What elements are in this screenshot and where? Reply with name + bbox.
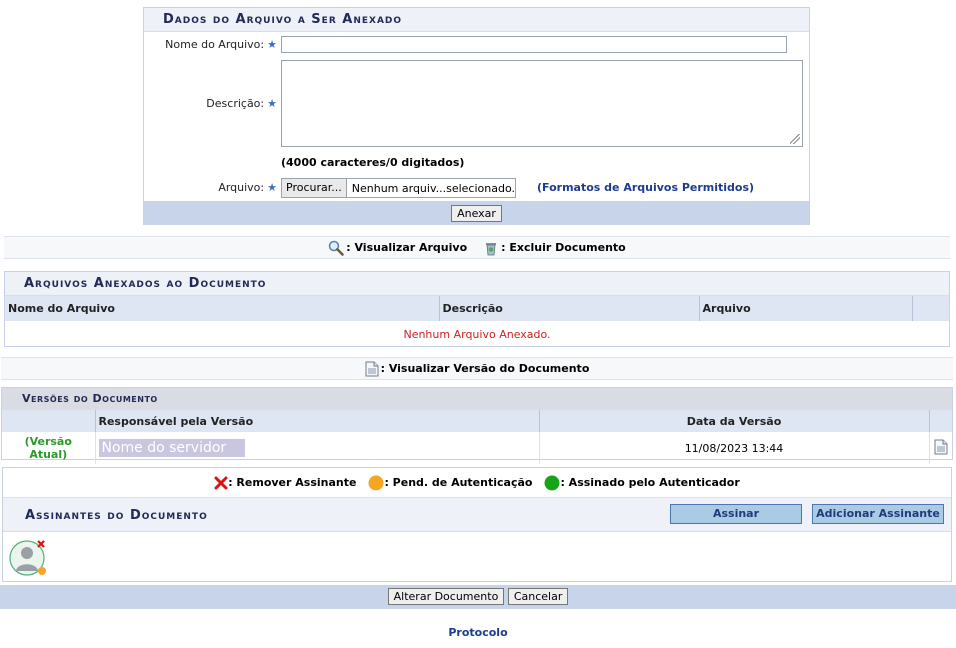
orange-dot-icon — [368, 475, 384, 490]
required-star-icon: ★ — [267, 181, 277, 194]
col-status — [2, 410, 96, 432]
legend-excluir: : Excluir Documento — [483, 240, 626, 256]
adicionar-assinante-button[interactable]: Adicionar Assinante — [812, 504, 944, 524]
col-nome-arquivo: Nome do Arquivo — [5, 296, 440, 321]
legend-visualizar-text: : Visualizar Arquivo — [346, 241, 468, 254]
descricao-label: Descrição: ★ — [206, 97, 277, 110]
assinar-button[interactable]: Assinar — [670, 504, 802, 524]
file-input[interactable]: Procurar... Nenhum arquiv...selecionado. — [281, 178, 516, 198]
trash-bin-icon — [486, 242, 497, 255]
file-status-text: Nenhum arquiv...selecionado. — [351, 181, 515, 195]
legend-pendente: : Pend. de Autenticação — [368, 475, 532, 491]
nome-arquivo-input[interactable] — [281, 36, 787, 53]
versoes-table: Responsável pela Versão Data da Versão (… — [2, 410, 952, 464]
green-dot-icon — [544, 475, 560, 490]
document-icon[interactable] — [934, 439, 948, 455]
assinantes-title: Assinantes do Documento — [25, 508, 208, 523]
anexos-header-row: Nome do Arquivo Descrição Arquivo — [5, 296, 949, 321]
pending-status-icon — [38, 567, 46, 575]
bottom-action-bar: Alterar Documento Cancelar — [0, 585, 956, 609]
legend-visualizar-versao-text: : Visualizar Versão do Documento — [380, 362, 590, 375]
browse-button[interactable]: Procurar... — [282, 179, 347, 197]
assinantes-header: Assinantes do Documento Assinar Adiciona… — [3, 498, 951, 532]
col-version-actions — [929, 410, 952, 432]
char-counter: (4000 caracteres/0 digitados) — [281, 156, 465, 169]
upload-footer-bar: Anexar — [144, 201, 809, 225]
col-responsavel: Responsável pela Versão — [95, 410, 540, 432]
required-star-icon: ★ — [267, 38, 277, 51]
legend-excluir-text: : Excluir Documento — [501, 241, 626, 254]
legend-assinado: : Assinado pelo Autenticador — [544, 475, 740, 491]
arquivos-anexados-panel: Arquivos Anexados ao Documento Nome do A… — [4, 271, 950, 347]
responsavel-name: Nome do servidor — [98, 439, 245, 457]
responsavel-cell: Nome do servidor — [94, 432, 539, 464]
red-x-icon — [214, 476, 228, 489]
required-star-icon: ★ — [267, 97, 277, 110]
col-arquivo: Arquivo — [699, 296, 913, 321]
legend-pendente-text: : Pend. de Autenticação — [384, 476, 533, 489]
nome-label: Nome do Arquivo: ★ — [165, 38, 277, 51]
protocolo-link[interactable]: Protocolo — [0, 626, 956, 639]
anexos-table: Nome do Arquivo Descrição Arquivo Nenhum… — [5, 296, 949, 347]
assinantes-panel: : Remover Assinante : Pend. de Autentica… — [2, 467, 952, 582]
resize-grip-icon[interactable] — [790, 134, 800, 144]
table-row: Nenhum Arquivo Anexado. — [5, 321, 949, 347]
data-versao-cell: 11/08/2023 13:44 — [538, 432, 929, 464]
anexar-button[interactable]: Anexar — [451, 205, 502, 222]
legend-visualizar: : Visualizar Arquivo — [328, 240, 467, 256]
remove-signer-icon — [37, 540, 45, 548]
legend-remover: : Remover Assinante — [214, 476, 356, 490]
upload-panel-title: Dados do Arquivo a Ser Anexado — [144, 8, 809, 32]
anexos-panel-title: Arquivos Anexados ao Documento — [5, 272, 949, 296]
versao-atual-label: (Versão Atual) — [24, 435, 72, 461]
upload-form-panel: Dados do Arquivo a Ser Anexado Nome do A… — [143, 7, 810, 225]
magnifier-icon — [329, 240, 344, 256]
signer-avatar[interactable] — [9, 538, 47, 576]
versoes-panel-title: Versões do Documento — [2, 388, 952, 410]
arquivo-actions-legend: : Visualizar Arquivo : Excluir Documento — [4, 236, 950, 259]
document-icon — [365, 361, 379, 376]
descricao-textarea[interactable] — [281, 60, 803, 147]
table-row: (Versão Atual) Nome do servidor 11/08/20… — [2, 432, 952, 464]
version-action-cell — [928, 432, 952, 464]
assinantes-legend: : Remover Assinante : Pend. de Autentica… — [3, 468, 951, 498]
versoes-panel: Versões do Documento Responsável pela Ve… — [1, 387, 953, 464]
legend-visualizar-versao: : Visualizar Versão do Documento — [365, 361, 590, 377]
col-data-versao: Data da Versão — [539, 410, 930, 432]
col-descricao: Descrição — [439, 296, 700, 321]
alterar-documento-button[interactable]: Alterar Documento — [387, 588, 505, 605]
versoes-header-row: Responsável pela Versão Data da Versão — [2, 410, 952, 432]
cancelar-button[interactable]: Cancelar — [507, 588, 569, 605]
col-actions — [912, 296, 949, 321]
versao-legend: : Visualizar Versão do Documento — [1, 357, 953, 380]
versao-status-cell: (Versão Atual) — [2, 432, 95, 464]
formatos-permitidos-link[interactable]: (Formatos de Arquivos Permitidos) — [537, 181, 754, 194]
arquivo-label: Arquivo: ★ — [218, 181, 277, 194]
legend-assinado-text: : Assinado pelo Autenticador — [560, 476, 740, 489]
legend-remover-text: : Remover Assinante — [228, 476, 357, 489]
empty-message: Nenhum Arquivo Anexado. — [403, 327, 551, 341]
